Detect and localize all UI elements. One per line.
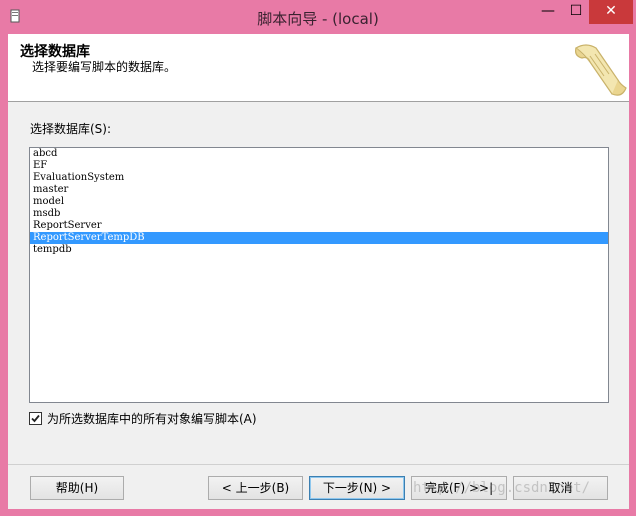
database-list-label: 选择数据库(S): bbox=[30, 122, 112, 136]
script-all-objects-label: 为所选数据库中的所有对象编写脚本(A) bbox=[47, 412, 257, 426]
database-listbox[interactable]: abcd EF EvaluationSystem master model ms… bbox=[29, 147, 609, 403]
script-all-objects-row[interactable]: 为所选数据库中的所有对象编写脚本(A) bbox=[29, 410, 257, 427]
wizard-header: 选择数据库 选择要编写脚本的数据库。 bbox=[8, 34, 629, 102]
next-button[interactable]: 下一步(N) > bbox=[309, 476, 405, 500]
checkmark-icon bbox=[31, 414, 40, 423]
database-item[interactable]: EvaluationSystem bbox=[30, 172, 608, 184]
database-item-selected[interactable]: ReportServerTempDB bbox=[30, 232, 608, 244]
maximize-button[interactable]: ☐ bbox=[561, 0, 591, 24]
watermark: http://blog.csdn.net/ bbox=[413, 480, 591, 496]
help-button[interactable]: 帮助(H) bbox=[30, 476, 124, 500]
script-all-objects-checkbox[interactable] bbox=[29, 412, 42, 425]
database-item[interactable]: EF bbox=[30, 160, 608, 172]
scroll-icon bbox=[574, 44, 627, 96]
close-button[interactable]: ✕ bbox=[589, 0, 633, 24]
database-item[interactable]: abcd bbox=[30, 148, 608, 160]
database-item[interactable]: model bbox=[30, 196, 608, 208]
title-bar[interactable]: 脚本向导 - (local) — ☐ ✕ bbox=[0, 0, 636, 34]
wizard-client-area: 选择数据库 选择要编写脚本的数据库。 选择数据库(S): abcd EF Eva… bbox=[8, 34, 629, 509]
page-subtitle: 选择要编写脚本的数据库。 bbox=[32, 60, 177, 74]
wizard-window: 脚本向导 - (local) — ☐ ✕ 选择数据库 选择要编写脚本的数据库。 … bbox=[0, 0, 636, 516]
minimize-button[interactable]: — bbox=[533, 0, 563, 24]
database-item[interactable]: ReportServer bbox=[30, 220, 608, 232]
database-item[interactable]: msdb bbox=[30, 208, 608, 220]
database-item[interactable]: tempdb bbox=[30, 244, 608, 256]
previous-button[interactable]: < 上一步(B) bbox=[208, 476, 303, 500]
footer-divider bbox=[8, 464, 629, 465]
database-item[interactable]: master bbox=[30, 184, 608, 196]
